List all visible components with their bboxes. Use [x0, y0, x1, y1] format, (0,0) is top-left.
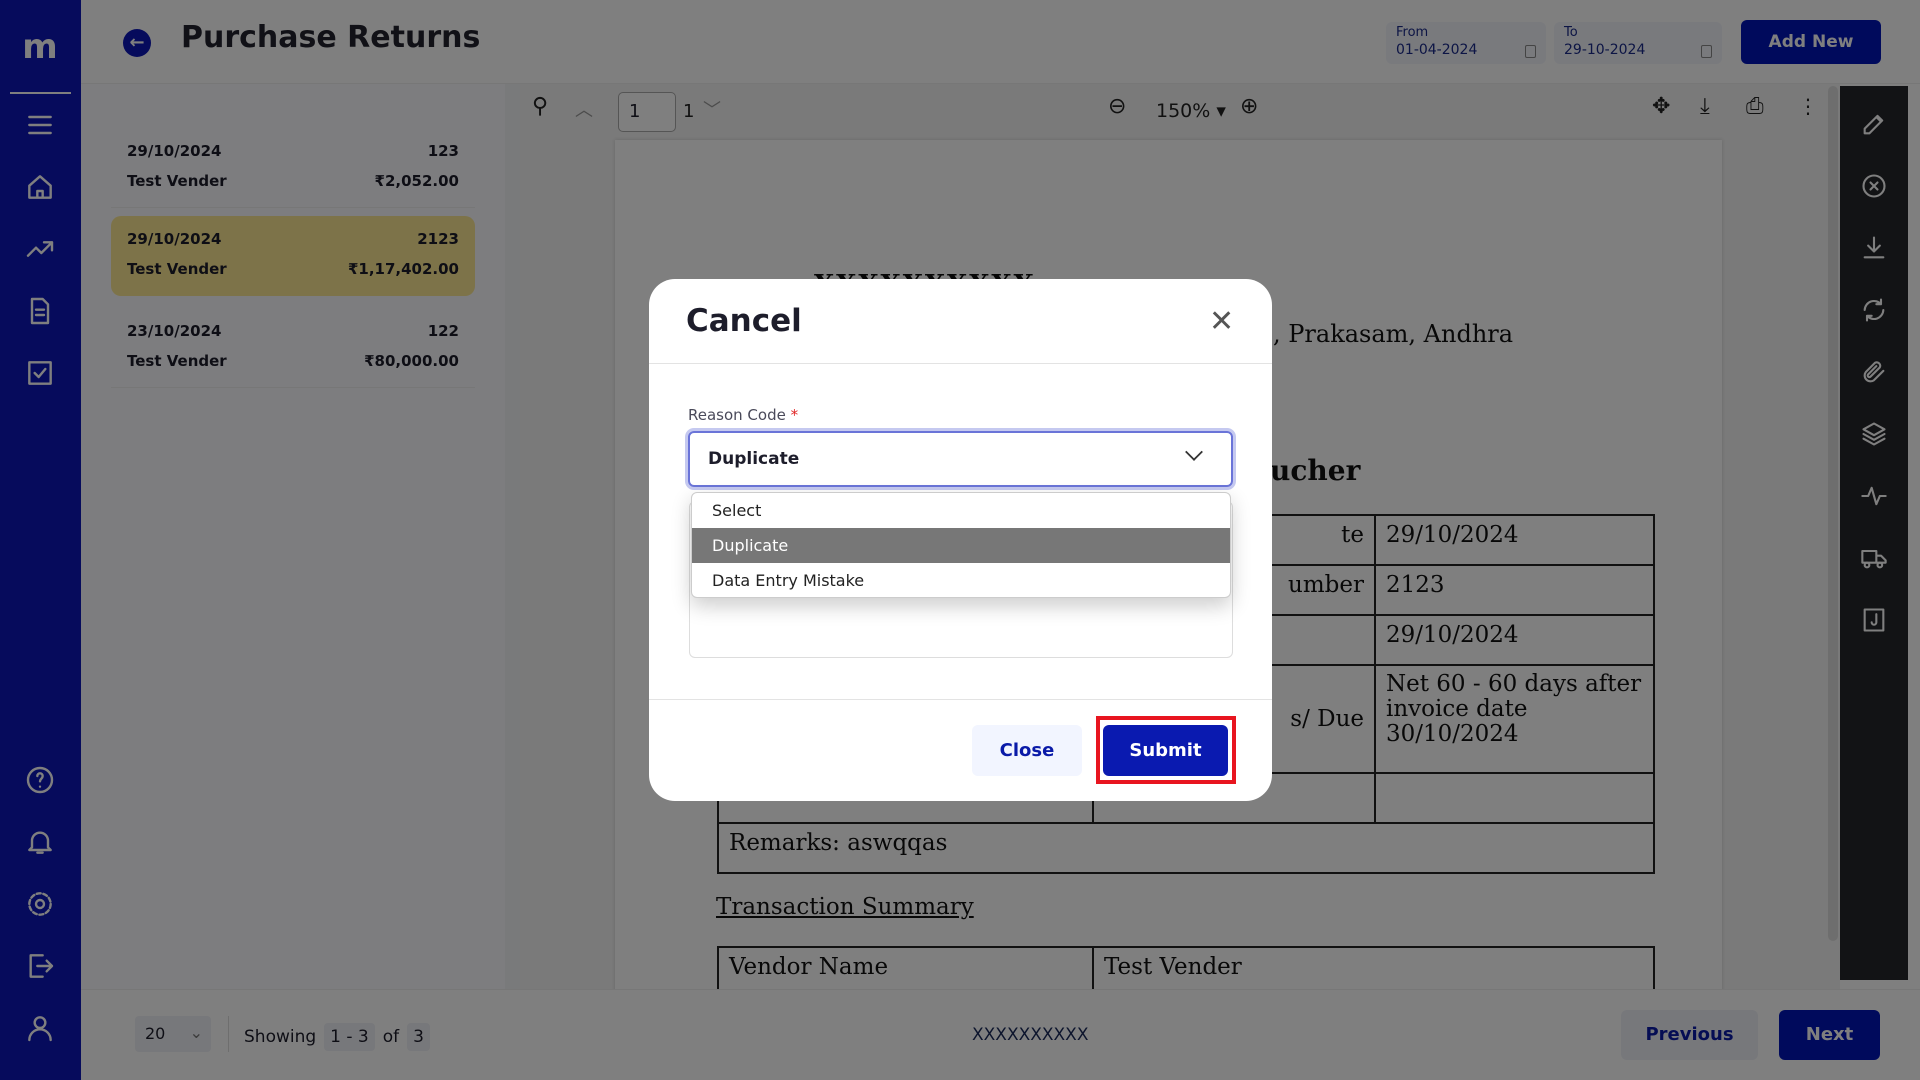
option-select[interactable]: Select	[692, 493, 1230, 528]
option-duplicate[interactable]: Duplicate	[692, 528, 1230, 563]
dialog-footer-divider	[649, 699, 1272, 700]
close-icon[interactable]: ✕	[1209, 307, 1234, 337]
reason-code-select[interactable]: Duplicate	[688, 431, 1233, 487]
dialog-title: Cancel	[686, 303, 802, 339]
reason-dropdown: Select Duplicate Data Entry Mistake	[691, 492, 1231, 598]
submit-button[interactable]: Submit	[1103, 725, 1228, 776]
cancel-dialog: Cancel ✕ Reason Code * Duplicate Select …	[649, 279, 1272, 801]
reason-code-label: Reason Code *	[688, 406, 798, 424]
selected-value: Duplicate	[708, 449, 799, 469]
reason-label-text: Reason Code	[688, 406, 786, 424]
close-button[interactable]: Close	[972, 725, 1082, 776]
required-marker: *	[791, 406, 799, 424]
option-data-entry-mistake[interactable]: Data Entry Mistake	[692, 563, 1230, 598]
chevron-down-icon	[1185, 443, 1203, 461]
